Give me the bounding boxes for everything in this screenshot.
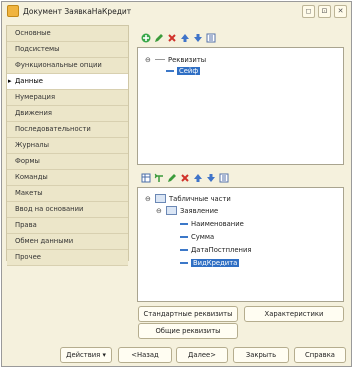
chevron-down-icon: ▾ — [102, 351, 106, 359]
sidebar-item-forms[interactable]: Формы — [7, 154, 128, 170]
sidebar-item-numbering[interactable]: Нумерация — [7, 90, 128, 106]
attribute-icon — [180, 235, 188, 238]
next-button[interactable]: Далее> — [176, 347, 228, 363]
sidebar-item-journals[interactable]: Журналы — [7, 138, 128, 154]
attributes-tree-panel: ⊖ Реквизиты Сейф — [137, 47, 344, 165]
sidebar-item-input-based-on[interactable]: Ввод на основании — [7, 202, 128, 218]
common-attributes-button[interactable]: Общие реквизиты — [138, 323, 238, 339]
tree-node-name[interactable]: Наименование — [180, 218, 244, 229]
table-icon — [166, 206, 177, 215]
sidebar-item-movements[interactable]: Движения — [7, 106, 128, 122]
attribute-icon — [180, 261, 188, 264]
tree-line — [155, 59, 165, 60]
tree-node-label: Заявление — [180, 206, 219, 215]
move-down-icon[interactable] — [205, 172, 216, 183]
document-icon — [7, 5, 19, 17]
attributes-toolbar — [140, 32, 216, 43]
delete-icon[interactable] — [166, 32, 177, 43]
actions-label: Действия — [66, 351, 101, 359]
tree-node-attributes[interactable]: ⊖ Реквизиты — [145, 54, 206, 65]
collapse-icon[interactable]: ⊖ — [145, 56, 152, 64]
sort-icon[interactable] — [218, 172, 229, 183]
title-bar: Документ ЗаявкаНаКредит ◻ ⊡ ✕ — [2, 2, 351, 20]
sidebar-item-main[interactable]: Основные — [7, 26, 128, 42]
add-icon[interactable] — [140, 32, 151, 43]
back-button[interactable]: <Назад — [118, 347, 172, 363]
active-marker-icon: ▸ — [8, 77, 12, 85]
tree-node-safe[interactable]: Сейф — [166, 65, 201, 76]
sidebar: Основные Подсистемы Функциональные опции… — [6, 25, 129, 266]
delete-icon[interactable] — [179, 172, 190, 183]
tree-node-label: ВидКредита — [191, 258, 240, 267]
characteristics-button[interactable]: Характеристики — [244, 306, 344, 322]
sidebar-item-layouts[interactable]: Макеты — [7, 186, 128, 202]
tree-node-tabular-parts[interactable]: ⊖ Табличные части — [145, 193, 231, 204]
close-window-button[interactable]: ✕ — [334, 5, 347, 18]
attribute-icon — [166, 69, 174, 72]
add-table-icon[interactable] — [140, 172, 151, 183]
attribute-icon — [180, 222, 188, 225]
restore-window-button[interactable]: ◻ — [302, 5, 315, 18]
tree-node-sum[interactable]: Сумма — [180, 231, 214, 242]
attribute-icon — [180, 248, 188, 251]
tree-node-label: ДатаПостпления — [191, 245, 252, 254]
sidebar-item-data[interactable]: ▸ Данные — [7, 74, 128, 90]
tree-node-label: Наименование — [191, 219, 244, 228]
move-up-icon[interactable] — [179, 32, 190, 43]
sidebar-item-sequences[interactable]: Последовательности — [7, 122, 128, 138]
edit-icon[interactable] — [166, 172, 177, 183]
tree-node-label: Сумма — [191, 232, 215, 241]
sidebar-item-other[interactable]: Прочее — [7, 250, 128, 266]
main-area: ⊖ Реквизиты Сейф ⊖ Табличные части ⊖ Зая… — [132, 25, 348, 341]
sort-icon[interactable] — [205, 32, 216, 43]
document-window: Документ ЗаявкаНаКредит ◻ ⊡ ✕ Основные П… — [1, 1, 352, 367]
sidebar-item-rights[interactable]: Права — [7, 218, 128, 234]
actions-button[interactable]: Действия ▾ — [60, 347, 112, 363]
tree-node-receipt-date[interactable]: ДатаПостпления — [180, 244, 252, 255]
close-button[interactable]: Закрыть — [233, 347, 289, 363]
tree-node-label: Табличные части — [169, 194, 231, 203]
sidebar-item-commands[interactable]: Команды — [7, 170, 128, 186]
standard-attributes-button[interactable]: Стандартные реквизиты — [138, 306, 238, 322]
sidebar-item-functional-options[interactable]: Функциональные опции — [7, 58, 128, 74]
tabular-parts-tree-panel: ⊖ Табличные части ⊖ Заявление Наименован… — [137, 187, 344, 302]
tabular-parts-icon — [155, 194, 166, 203]
edit-icon[interactable] — [153, 32, 164, 43]
collapse-icon[interactable]: ⊖ — [145, 195, 152, 203]
move-down-icon[interactable] — [192, 32, 203, 43]
tree-node-label: Сейф — [177, 66, 201, 75]
sidebar-item-label: Данные — [15, 77, 43, 85]
add-column-icon[interactable] — [153, 172, 164, 183]
sidebar-item-data-exchange[interactable]: Обмен данными — [7, 234, 128, 250]
sidebar-item-subsystems[interactable]: Подсистемы — [7, 42, 128, 58]
tabular-toolbar — [140, 172, 229, 183]
tree-node-statement[interactable]: ⊖ Заявление — [156, 205, 218, 216]
tree-node-credit-type[interactable]: ВидКредита — [180, 257, 240, 268]
help-button[interactable]: Справка — [294, 347, 346, 363]
maximize-window-button[interactable]: ⊡ — [318, 5, 331, 18]
tree-node-label: Реквизиты — [168, 55, 207, 64]
window-title: Документ ЗаявкаНаКредит — [23, 6, 132, 16]
collapse-icon[interactable]: ⊖ — [156, 207, 163, 215]
move-up-icon[interactable] — [192, 172, 203, 183]
